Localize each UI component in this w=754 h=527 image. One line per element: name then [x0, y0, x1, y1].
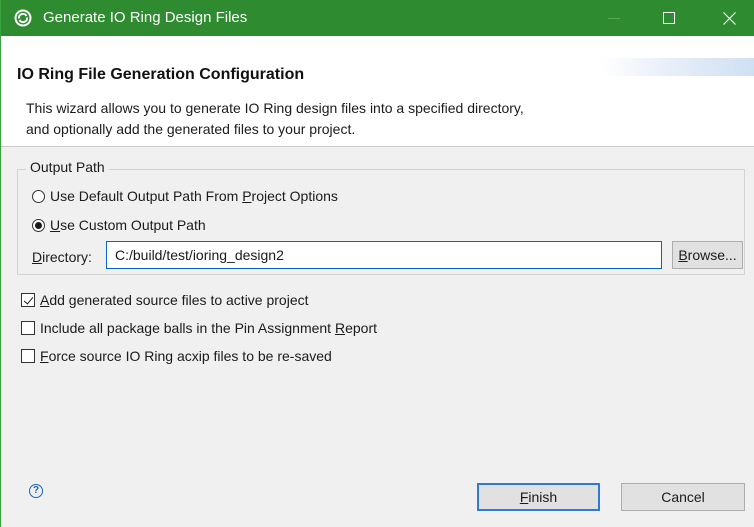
- radio-default-output-path[interactable]: Use Default Output Path From Project Opt…: [32, 188, 338, 204]
- maximize-icon: [663, 12, 675, 24]
- cancel-button[interactable]: Cancel: [621, 483, 745, 511]
- finish-button[interactable]: Finish: [477, 483, 600, 511]
- output-path-group-label: Output Path: [26, 159, 109, 175]
- maximize-button[interactable]: [646, 0, 692, 36]
- checkbox-add-to-project[interactable]: Add generated source files to active pro…: [21, 292, 309, 308]
- help-icon[interactable]: ?: [29, 484, 43, 498]
- window-title: Generate IO Ring Design Files: [43, 9, 248, 26]
- app-logo-icon: [14, 9, 32, 27]
- radio-custom-indicator[interactable]: [32, 218, 45, 232]
- close-icon: [722, 11, 736, 25]
- checkbox-force-resave-indicator[interactable]: [21, 349, 35, 363]
- minimize-button[interactable]: [591, 0, 637, 36]
- description-line-1: This wizard allows you to generate IO Ri…: [26, 100, 524, 116]
- minimize-icon: [608, 17, 620, 19]
- output-path-group: Output Path Use Default Output Path From…: [17, 159, 745, 275]
- wizard-footer: ? Finish Cancel: [1, 461, 754, 527]
- directory-label: Directory:: [32, 249, 92, 265]
- directory-input[interactable]: [106, 241, 662, 269]
- checkbox-include-package-balls-indicator[interactable]: [21, 321, 35, 335]
- header-banner-image: [601, 58, 754, 76]
- checkbox-force-resave-label: Force source IO Ring acxip files to be r…: [40, 348, 332, 364]
- checkbox-add-to-project-label: Add generated source files to active pro…: [40, 292, 309, 308]
- description-line-2: and optionally add the generated files t…: [26, 121, 356, 137]
- checkbox-include-package-balls[interactable]: Include all package balls in the Pin Ass…: [21, 320, 377, 336]
- checkbox-add-to-project-indicator[interactable]: [21, 293, 35, 307]
- title-bar[interactable]: Generate IO Ring Design Files: [1, 0, 754, 36]
- radio-custom-output-path[interactable]: Use Custom Output Path: [32, 217, 206, 233]
- wizard-header: IO Ring File Generation Configuration: [1, 36, 754, 91]
- radio-default-label: Use Default Output Path From Project Opt…: [50, 188, 338, 204]
- radio-custom-label: Use Custom Output Path: [50, 217, 206, 233]
- radio-default-indicator[interactable]: [32, 189, 45, 203]
- close-button[interactable]: [706, 0, 752, 36]
- dialog-window: Generate IO Ring Design Files IO Ring Fi…: [0, 0, 754, 527]
- checkbox-include-package-balls-label: Include all package balls in the Pin Ass…: [40, 320, 378, 336]
- page-title: IO Ring File Generation Configuration: [17, 66, 305, 83]
- checkbox-force-resave[interactable]: Force source IO Ring acxip files to be r…: [21, 348, 332, 364]
- wizard-description: This wizard allows you to generate IO Ri…: [1, 91, 754, 146]
- browse-button[interactable]: Browse...: [672, 241, 743, 269]
- wizard-content: Output Path Use Default Output Path From…: [1, 147, 754, 461]
